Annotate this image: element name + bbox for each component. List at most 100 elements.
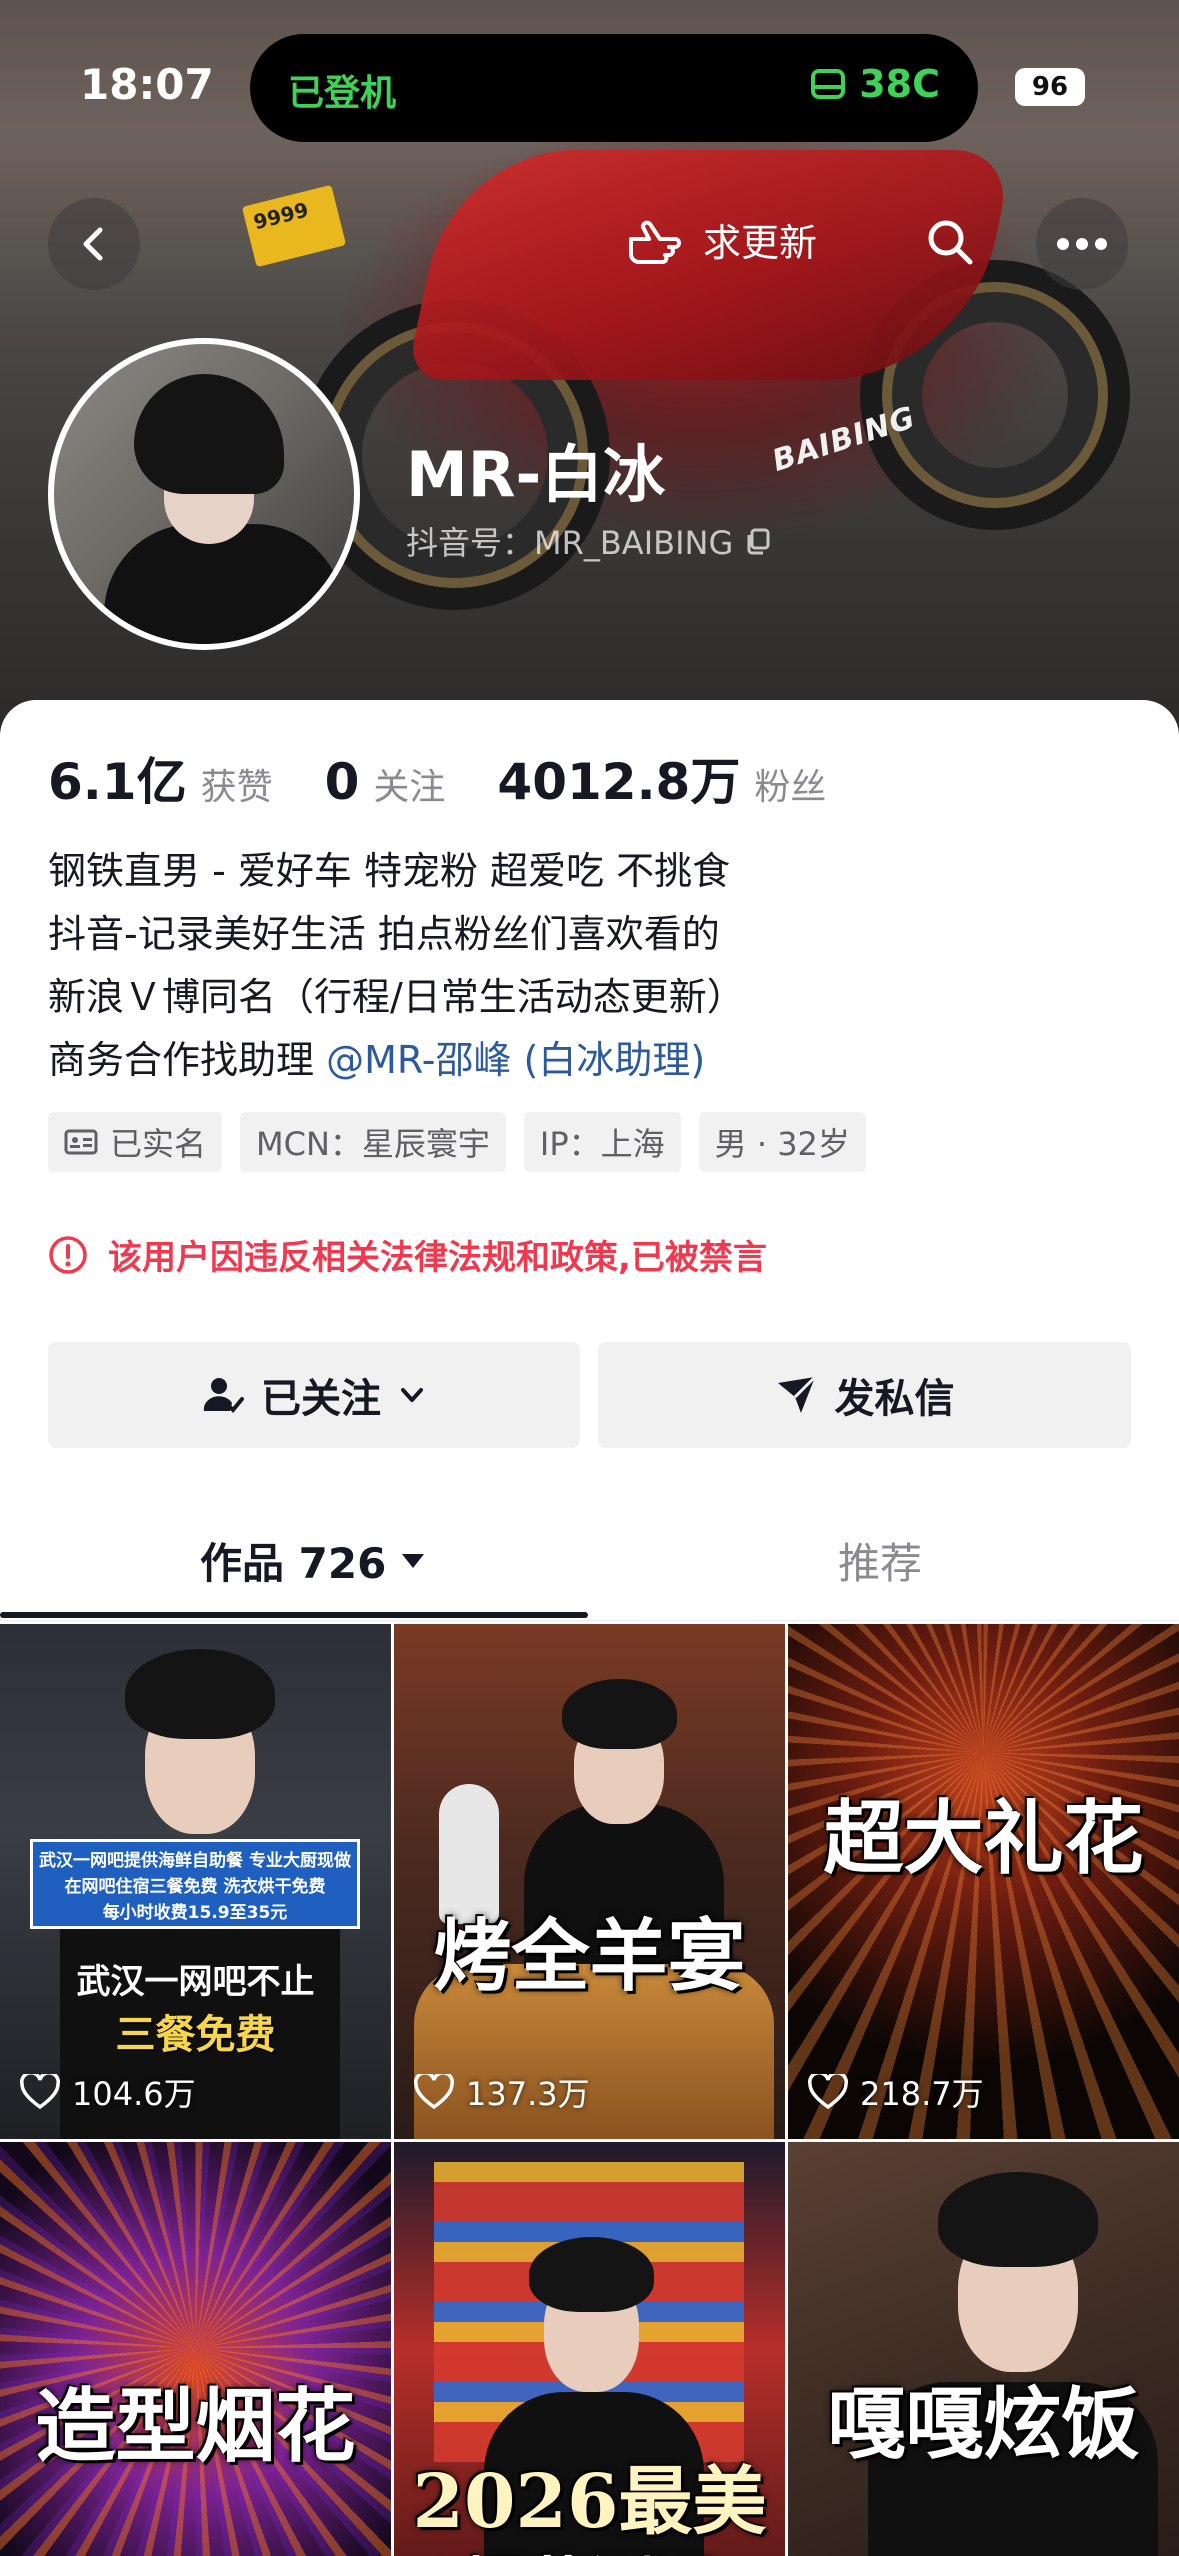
thumb-news-line2: 在网吧住宿三餐免费 洗衣烘干免费	[64, 1877, 326, 1897]
island-temperature: 38C	[809, 62, 940, 106]
video-likes-count: 137.3万	[466, 2075, 590, 2113]
request-update-button[interactable]: 求更新	[625, 212, 817, 267]
stat-followers-label: 粉丝	[754, 767, 827, 808]
island-flight-status: 已登机	[288, 73, 397, 114]
douyin-id-text: 抖音号：MR_BAIBING	[406, 524, 734, 562]
bio-line-4-prefix: 商务合作找助理	[48, 1038, 315, 1082]
video-likes: 104.6万	[20, 2069, 196, 2115]
avatar-shirt	[104, 524, 344, 644]
tab-works-label: 作品 726	[200, 1539, 387, 1588]
profile-nickname: MR-白冰	[406, 438, 666, 511]
stat-following-label: 关注	[373, 767, 446, 808]
bio-line-3: 新浪Ｖ博同名（行程/日常生活动态更新）	[48, 975, 745, 1019]
profile-tags: 已实名 MCN：星辰寰宇 IP：上海 男 · 32岁	[48, 1112, 866, 1172]
bio-line-4: 商务合作找助理 @MR-邵峰 (白冰助理)	[48, 1029, 745, 1092]
more-options-button[interactable]	[1036, 198, 1128, 290]
douyin-id[interactable]: 抖音号：MR_BAIBING	[406, 518, 773, 564]
stat-followers-value: 4012.8万	[497, 753, 741, 811]
thumb-person-hair	[562, 1679, 677, 1749]
tag-verified-label: 已实名	[110, 1125, 207, 1163]
video-thumbnail[interactable]: 嘎嘎炫饭	[788, 2142, 1179, 2556]
bio-mention-link[interactable]: @MR-邵峰 (白冰助理)	[326, 1038, 705, 1082]
request-update-label: 求更新	[703, 221, 818, 265]
followed-button-label: 已关注	[261, 1376, 381, 1422]
warning-circle-icon	[49, 1235, 87, 1274]
send-icon	[777, 1375, 816, 1413]
avatar-hair	[134, 374, 284, 494]
chevron-down-icon	[401, 1388, 423, 1402]
user-check-icon	[203, 1378, 244, 1413]
battery-indicator: 96	[1015, 68, 1085, 106]
heart-icon	[414, 2074, 454, 2110]
avatar[interactable]	[48, 338, 360, 650]
thumb-person-hair	[125, 1649, 275, 1739]
thumb-caption: 超大礼花	[823, 1791, 1144, 1885]
send-message-label: 发私信	[834, 1376, 955, 1422]
bio-line-1: 钢铁直男 - 爱好车 特宠粉 超爱吃 不挑食	[48, 849, 731, 893]
video-likes: 137.3万	[414, 2069, 590, 2115]
id-card-icon	[64, 1129, 98, 1155]
video-thumbnail[interactable]: 超大礼花 218.7万	[788, 1624, 1179, 2139]
search-button[interactable]	[920, 212, 980, 272]
thumb-caption: 烤全羊宴	[433, 1911, 746, 2002]
send-message-button[interactable]: 发私信	[598, 1342, 1131, 1448]
thumb-caption: 2026最美	[412, 2459, 767, 2545]
heart-icon	[808, 2074, 848, 2110]
profile-stats: 6.1亿 获赞 0 关注 4012.8万 粉丝	[48, 742, 878, 814]
thumb-news-box: 武汉一网吧提供海鲜自助餐 专业大厨现做 在网吧住宿三餐免费 洗衣烘干免费 每小时…	[30, 1839, 360, 1929]
more-dots-icon	[1057, 238, 1107, 250]
thumb-fireworks	[0, 2142, 391, 2556]
profile-bio: 钢铁直男 - 爱好车 特宠粉 超爱吃 不挑食 抖音-记录美好生活 拍点粉丝们喜欢…	[48, 840, 745, 1092]
tag-mcn[interactable]: MCN：星辰寰宇	[240, 1112, 506, 1172]
stat-followers[interactable]: 4012.8万 粉丝	[497, 742, 826, 814]
stat-likes-value: 6.1亿	[48, 753, 187, 811]
tab-recommend-label: 推荐	[838, 1539, 923, 1588]
video-likes: 218.7万	[808, 2069, 984, 2115]
tag-ip-label: IP：上海	[539, 1125, 665, 1163]
search-icon	[928, 220, 973, 265]
tag-gender-age: 男 · 32岁	[698, 1112, 866, 1172]
seat-icon	[811, 69, 846, 99]
stat-likes[interactable]: 6.1亿 获赞	[48, 742, 273, 814]
caret-down-icon	[402, 1553, 425, 1568]
stat-following-value: 0	[324, 753, 360, 811]
thumb-caption-2: 三餐免费	[115, 2012, 276, 2058]
video-thumbnail[interactable]: 武汉一网吧提供海鲜自助餐 专业大厨现做 在网吧住宿三餐免费 洗衣烘干免费 每小时…	[0, 1624, 391, 2139]
status-time: 18:07	[80, 60, 214, 109]
island-temperature-value: 38C	[859, 62, 940, 106]
tab-recommend[interactable]: 推荐	[838, 1530, 922, 1591]
thumb-caption-1: 武汉一网吧不止	[76, 1962, 315, 2002]
dynamic-island: 已登机 38C	[250, 34, 978, 142]
tag-gender-age-label: 男 · 32岁	[714, 1125, 850, 1163]
video-thumbnail[interactable]: 造型烟花	[0, 2142, 391, 2556]
thumb-person-hair	[938, 2172, 1098, 2267]
video-thumbnail[interactable]: 烤全羊宴 137.3万	[394, 1624, 785, 2139]
chevron-left-icon	[83, 227, 103, 261]
video-likes-count: 104.6万	[72, 2075, 196, 2113]
stat-likes-label: 获赞	[200, 767, 273, 808]
back-button[interactable]	[48, 198, 140, 290]
thumb-caption: 嘎嘎炫饭	[827, 2379, 1140, 2470]
video-likes-count: 218.7万	[860, 2075, 984, 2113]
stat-following[interactable]: 0 关注	[325, 753, 446, 811]
video-grid: 武汉一网吧提供海鲜自助餐 专业大厨现做 在网吧住宿三餐免费 洗衣烘干免费 每小时…	[0, 1624, 1179, 2556]
tag-verified[interactable]: 已实名	[48, 1112, 223, 1172]
copy-icon	[747, 528, 770, 555]
thumb-caption-2: “烟花测评”	[394, 2537, 785, 2556]
bio-line-2: 抖音-记录美好生活 拍点粉丝们喜欢看的	[48, 912, 720, 956]
hand-point-icon	[629, 220, 681, 264]
ban-notice-text: 该用户因违反相关法律法规和政策,已被禁言	[108, 1238, 767, 1278]
tab-works[interactable]: 作品 726	[200, 1530, 426, 1591]
thumb-news-line3: 每小时收费15.9至35元	[102, 1903, 288, 1923]
thumb-caption: 造型烟花	[35, 2379, 356, 2473]
tab-divider	[0, 1620, 1179, 1621]
thumb-news-line1: 武汉一网吧提供海鲜自助餐 专业大厨现做	[39, 1851, 351, 1871]
tag-ip: IP：上海	[523, 1112, 681, 1172]
video-thumbnail[interactable]: 2026最美 “烟花测评”	[394, 2142, 785, 2556]
heart-icon	[20, 2074, 60, 2110]
followed-button[interactable]: 已关注	[48, 1342, 580, 1448]
ban-notice: 该用户因违反相关法律法规和政策,已被禁言	[48, 1230, 767, 1279]
tag-mcn-label: MCN：星辰寰宇	[256, 1125, 490, 1163]
thumb-person-hair	[529, 2237, 654, 2312]
tab-active-indicator	[0, 1612, 588, 1618]
